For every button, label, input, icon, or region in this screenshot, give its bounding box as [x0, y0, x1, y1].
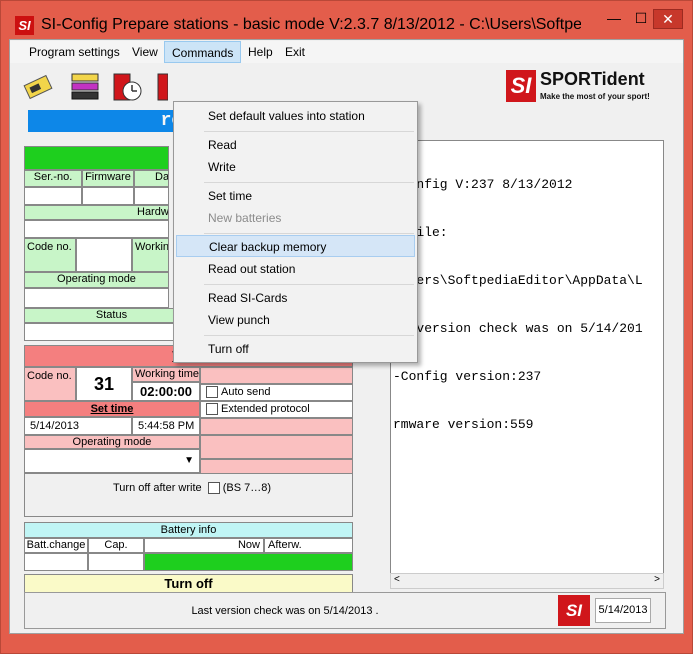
- operating-mode-value: [24, 288, 169, 308]
- hardware-value: [24, 220, 169, 238]
- write-right-low: [200, 435, 353, 459]
- menu-item-new-batteries: New batteries: [208, 211, 282, 225]
- log-line: st version check was on 5/14/201: [393, 321, 643, 336]
- auto-send-option[interactable]: Auto send: [200, 384, 353, 401]
- log-line: \Users\SoftpediaEditor\AppData\L: [393, 273, 643, 288]
- station-icon[interactable]: [156, 70, 169, 104]
- app-icon[interactable]: SI: [15, 16, 34, 35]
- bs-range-label: (BS 7…8): [222, 482, 272, 494]
- read-station-icon[interactable]: [20, 70, 56, 104]
- cap-label: Cap.: [88, 538, 144, 553]
- maximize-button[interactable]: ☐: [628, 9, 654, 29]
- firmware-value: [82, 187, 134, 205]
- write-right-mid: [200, 418, 353, 435]
- log-line: -Config version:237: [393, 369, 542, 384]
- menu-separator: [204, 284, 414, 285]
- menu-separator: [204, 131, 414, 132]
- battery-info-label: Battery info: [24, 522, 353, 538]
- menu-item-read-out-station[interactable]: Read out station: [176, 258, 415, 280]
- app-window: SI SI-Config Prepare stations - basic mo…: [0, 0, 693, 654]
- operating-mode-select[interactable]: ▼: [24, 449, 200, 473]
- si-cards-icon[interactable]: [68, 70, 104, 104]
- turn-off-after-write-option[interactable]: Turn off after write (BS 7…8): [24, 473, 353, 517]
- station-clock-icon[interactable]: [110, 70, 146, 104]
- hardware-label: Hardw: [24, 205, 169, 220]
- menu-exit[interactable]: Exit: [278, 41, 312, 63]
- menu-program-settings[interactable]: Program settings: [22, 41, 127, 63]
- afterw-label: Afterw.: [264, 538, 353, 553]
- status-date: 5/14/2013: [595, 598, 651, 623]
- log-line: rmware version:559: [393, 417, 534, 432]
- logo-si-mark: SI: [506, 70, 536, 102]
- menu-commands[interactable]: Commands: [164, 41, 242, 63]
- code-no-label: Code no.: [24, 238, 76, 272]
- batt-change-value: [24, 553, 88, 571]
- turn-off-button[interactable]: Turn off: [24, 574, 353, 594]
- batt-change-label: Batt.change: [24, 538, 88, 553]
- logo-name: SPORTident: [540, 69, 645, 89]
- menu-item-set-default[interactable]: Set default values into station: [176, 105, 415, 127]
- menu-separator: [204, 182, 414, 183]
- code-no-value: [76, 238, 132, 272]
- set-time-button[interactable]: Set time: [24, 401, 200, 417]
- menu-view[interactable]: View: [125, 41, 165, 63]
- working-time-label: Working: [132, 238, 169, 272]
- menu-item-set-time[interactable]: Set time: [176, 185, 415, 207]
- client-area: Program settings View Commands Help Exit: [9, 39, 684, 634]
- write-right-top: [200, 367, 353, 384]
- sportident-logo: SI SPORTident Make the most of your spor…: [502, 67, 662, 107]
- menu-item-clear-backup[interactable]: Clear backup memory: [176, 235, 415, 257]
- log-output[interactable]: -Config V:237 8/13/2012 g file: \Users\S…: [390, 140, 664, 585]
- log-horizontal-scrollbar[interactable]: < >: [390, 573, 664, 589]
- write-code-no-input[interactable]: 31: [76, 367, 132, 401]
- turn-off-after-write-checkbox[interactable]: [207, 482, 220, 495]
- minimize-button[interactable]: —: [600, 9, 628, 29]
- menu-item-read[interactable]: Read: [176, 134, 415, 156]
- ser-no-value: [24, 187, 82, 205]
- auto-send-checkbox[interactable]: [206, 386, 218, 399]
- log-line: g file:: [393, 225, 448, 240]
- chevron-down-icon: ▼: [184, 455, 194, 466]
- date-label: Da: [134, 170, 169, 187]
- extended-protocol-label: Extended protocol: [221, 403, 310, 415]
- battery-level-bar: [144, 553, 353, 571]
- menu-bar: Program settings View Commands Help Exit: [10, 41, 683, 63]
- close-button[interactable]: ✕: [653, 9, 683, 29]
- menu-item-read-si-cards[interactable]: Read SI-Cards: [176, 287, 415, 309]
- now-label: Now: [144, 538, 264, 553]
- menu-item-write[interactable]: Write: [176, 156, 415, 178]
- date-value: [134, 187, 169, 205]
- menu-help[interactable]: Help: [241, 41, 280, 63]
- status-si-icon: SI: [558, 595, 590, 626]
- menu-separator: [204, 233, 414, 234]
- cap-value: [88, 553, 144, 571]
- turn-off-after-write-label: Turn off after write: [113, 482, 202, 494]
- status-message: Last version check was on 5/14/2013 .: [191, 605, 379, 617]
- scroll-left-icon[interactable]: <: [394, 574, 400, 585]
- read-header[interactable]: [24, 146, 169, 170]
- commands-menu: Set default values into station Read Wri…: [173, 101, 418, 363]
- operating-mode-label: Operating mode: [24, 272, 169, 288]
- window-title: SI-Config Prepare stations - basic mode …: [41, 16, 581, 33]
- extended-protocol-checkbox[interactable]: [206, 403, 218, 416]
- ser-no-label: Ser.-no.: [24, 170, 82, 187]
- set-time-value[interactable]: 5:44:58 PM: [132, 417, 200, 435]
- menu-item-view-punch[interactable]: View punch: [176, 309, 415, 331]
- log-line: -Config V:237 8/13/2012: [393, 177, 573, 192]
- menu-item-turn-off[interactable]: Turn off: [176, 338, 415, 360]
- logo-tagline: Make the most of your sport!: [540, 92, 650, 101]
- write-operating-mode-label: Operating mode: [24, 435, 200, 449]
- write-working-time-label: Working time: [132, 367, 200, 382]
- set-date-value[interactable]: 5/14/2013: [24, 417, 132, 435]
- status-bar: Last version check was on 5/14/2013 . SI…: [24, 592, 666, 629]
- scroll-right-icon[interactable]: >: [654, 574, 660, 585]
- write-code-no-label: Code no.: [24, 367, 76, 401]
- extended-protocol-option[interactable]: Extended protocol: [200, 401, 353, 418]
- auto-send-label: Auto send: [221, 386, 271, 398]
- title-bar[interactable]: SI SI-Config Prepare stations - basic mo…: [1, 1, 692, 39]
- menu-separator: [204, 335, 414, 336]
- firmware-label: Firmware: [82, 170, 134, 187]
- write-working-time-input[interactable]: 02:00:00: [132, 382, 200, 401]
